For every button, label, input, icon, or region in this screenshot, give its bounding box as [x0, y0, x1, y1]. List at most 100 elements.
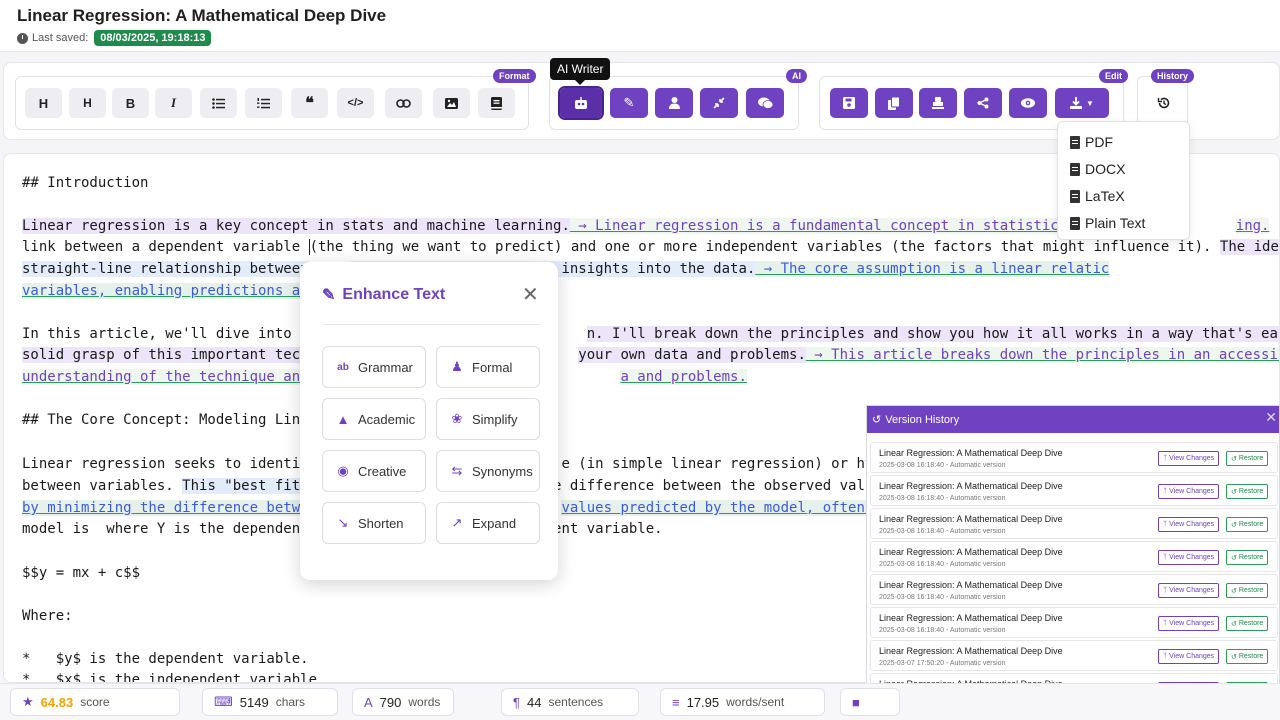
suggestion-text[interactable]: values predicted by the model, often re	[561, 500, 891, 516]
restore-button[interactable]: ↺ Restore	[1226, 550, 1269, 565]
suggestion-text[interactable]: variables, enabling predictions an	[22, 283, 309, 299]
compress-icon: ↘	[337, 515, 349, 530]
rewrite-button[interactable]: ✎	[610, 88, 648, 118]
restore-label: Restore	[1238, 653, 1264, 660]
suggestion-text[interactable]: ing.	[1235, 218, 1270, 234]
option-label: Academic	[358, 411, 416, 427]
suggestion-text[interactable]: → Linear regression is a fundamental con…	[569, 218, 1093, 234]
download-plain-text[interactable]: Plain Text	[1070, 215, 1145, 231]
compress-button[interactable]	[700, 88, 738, 118]
ai-writer-button[interactable]	[558, 86, 604, 120]
view-changes-label: View Changes	[1169, 620, 1215, 627]
editor-line: variables, enabling predictions an	[22, 283, 309, 299]
chars-value: 5149	[239, 694, 269, 710]
persona-button[interactable]	[655, 88, 693, 118]
comments-button[interactable]	[746, 88, 784, 118]
view-changes-button[interactable]: ᛉ View Changes	[1158, 451, 1220, 466]
suggestion-text[interactable]: → The core assumption is a linear relati…	[755, 261, 1110, 277]
close-icon[interactable]: ✕	[1265, 409, 1277, 426]
version-row: Linear Regression: A Mathematical Deep D…	[870, 442, 1278, 473]
restore-icon: ↺	[1231, 587, 1239, 595]
suggestion-text[interactable]: a and problems.	[620, 369, 747, 385]
words-stat: A 790 words	[352, 688, 454, 716]
version-name: Linear Regression: A Mathematical Deep D…	[879, 580, 1063, 590]
suggestion-text[interactable]: by minimizing the difference betwe	[22, 500, 309, 516]
expand-icon: ↗	[451, 515, 463, 530]
last-saved-label: Last saved:	[32, 32, 89, 44]
view-changes-button[interactable]: ᛉ View Changes	[1158, 550, 1220, 565]
restore-button[interactable]: ↺ Restore	[1226, 451, 1269, 466]
option-label: Synonyms	[472, 463, 533, 479]
restore-button[interactable]: ↺ Restore	[1226, 484, 1269, 499]
score-value: 64.83	[40, 694, 74, 710]
heading1-button[interactable]: H	[25, 88, 62, 118]
view-changes-button[interactable]: ᛉ View Changes	[1158, 616, 1220, 631]
link-button[interactable]	[385, 88, 422, 118]
notebook-button[interactable]	[478, 88, 515, 118]
feather-icon: ❀	[451, 411, 463, 426]
divider	[322, 324, 540, 325]
save-button[interactable]	[830, 88, 868, 118]
numbered-list-button[interactable]	[245, 88, 282, 118]
download-button[interactable]: ▼	[1055, 88, 1109, 118]
restore-label: Restore	[1238, 554, 1264, 561]
heading2-button[interactable]: H	[69, 88, 106, 118]
format-document-button[interactable]	[919, 88, 957, 118]
suggestion-text[interactable]: understanding of the technique and	[22, 369, 309, 385]
copy-icon	[888, 96, 900, 110]
simplify-option[interactable]: ❀ Simplify	[436, 398, 540, 440]
view-changes-button[interactable]: ᛉ View Changes	[1158, 583, 1220, 598]
view-changes-button[interactable]: ᛉ View Changes	[1158, 484, 1220, 499]
share-button[interactable]	[964, 88, 1002, 118]
sentences-value: 44	[526, 694, 542, 710]
editor-line: link between a dependent variable (the t…	[22, 239, 1279, 255]
star-icon: ★	[22, 694, 34, 709]
history-button[interactable]	[1145, 88, 1182, 118]
pencil-icon: ✎	[322, 287, 336, 304]
editor-line: * $x$ is the independent variable	[22, 672, 318, 683]
synonyms-option[interactable]: ⇆ Synonyms	[436, 450, 540, 492]
restore-button[interactable]: ↺ Restore	[1226, 583, 1269, 598]
version-meta: 2025-03-08 16:18:40 - Automatic version	[879, 462, 1006, 469]
view-changes-button[interactable]: ᛉ View Changes	[1158, 649, 1220, 664]
suggestion-text[interactable]: → This article breaks down the principle…	[805, 347, 1279, 363]
copy-button[interactable]	[875, 88, 913, 118]
quote-icon: ❝	[305, 95, 314, 112]
book-open-icon: ■	[852, 694, 860, 710]
image-button[interactable]	[433, 88, 470, 118]
option-label: Creative	[358, 463, 407, 479]
restore-label: Restore	[1238, 488, 1264, 495]
download-docx[interactable]: DOCX	[1070, 161, 1125, 177]
formal-option[interactable]: ♟ Formal	[436, 346, 540, 388]
version-history-panel: ↺ Version History ✕ Linear Regression: A…	[866, 405, 1280, 720]
expand-option[interactable]: ↗ Expand	[436, 502, 540, 544]
selected-text: solid grasp of this important tech	[22, 347, 309, 363]
academic-option[interactable]: ▲ Academic	[322, 398, 426, 440]
shorten-option[interactable]: ↘ Shorten	[322, 502, 426, 544]
download-latex[interactable]: LaTeX	[1070, 188, 1125, 204]
version-meta: 2025-03-08 16:18:40 - Automatic version	[879, 495, 1006, 502]
download-pdf[interactable]: PDF	[1070, 134, 1113, 150]
restore-button[interactable]: ↺ Restore	[1226, 649, 1269, 664]
code-icon: </>	[347, 97, 364, 109]
editor-line: In this article, we'll dive into t n. I'…	[22, 326, 1279, 342]
enhance-title: ✎ Enhance Text	[322, 285, 445, 305]
restore-button[interactable]: ↺ Restore	[1226, 616, 1269, 631]
restore-button[interactable]: ↺ Restore	[1226, 517, 1269, 532]
version-name: Linear Regression: A Mathematical Deep D…	[879, 613, 1063, 623]
italic-button[interactable]: I	[155, 88, 192, 118]
version-row: Linear Regression: A Mathematical Deep D…	[870, 475, 1278, 506]
last-saved-badge: 08/03/2025, 19:18:13	[94, 30, 212, 46]
quote-button[interactable]: ❝	[291, 88, 328, 118]
code-button[interactable]: </>	[337, 88, 374, 118]
creative-option[interactable]: ◉ Creative	[322, 450, 426, 492]
close-icon[interactable]: ✕	[522, 282, 539, 307]
bold-button[interactable]: B	[112, 88, 149, 118]
grammar-option[interactable]: ab Grammar	[322, 346, 426, 388]
bullet-list-button[interactable]	[200, 88, 237, 118]
view-changes-button[interactable]: ᛉ View Changes	[1158, 517, 1220, 532]
palette-icon: ◉	[337, 463, 349, 478]
preview-button[interactable]	[1009, 88, 1047, 118]
editor-text: ent variable.	[553, 521, 663, 537]
view-changes-label: View Changes	[1169, 587, 1215, 594]
